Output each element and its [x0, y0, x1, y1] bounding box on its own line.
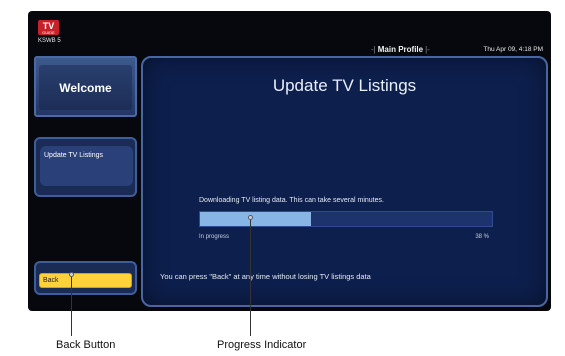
- profile-divider-right: |-: [425, 45, 430, 54]
- download-status-text: Downloading TV listing data. This can ta…: [199, 197, 384, 204]
- progress-status-label: In progress: [199, 234, 230, 240]
- back-button-callout-line: [71, 277, 72, 336]
- profile-label: -| Main Profile |-: [369, 45, 432, 54]
- channel-label: KSWB 5: [38, 38, 61, 44]
- left-column: Welcome Update TV Listings Back: [34, 56, 137, 307]
- tv-screen: TV GUIDE KSWB 5 -| Main Profile |- Thu Apr…: [28, 11, 551, 311]
- welcome-panel: Welcome: [34, 56, 137, 117]
- progress-callout-line: [250, 220, 251, 336]
- main-panel: Update TV Listings Downloading TV listin…: [141, 56, 548, 307]
- back-hint-text: You can press "Back" at any time without…: [160, 272, 371, 281]
- back-panel: Back: [34, 261, 137, 295]
- profile-divider-left: -|: [371, 45, 376, 54]
- progress-indicator-callout: Progress Indicator: [217, 339, 307, 351]
- tv-guide-logo: TV GUIDE: [38, 20, 59, 35]
- profile-name: Main Profile: [377, 45, 424, 54]
- date-time: Thu Apr 09, 4:18 PM: [483, 46, 543, 53]
- page-title: Update TV Listings: [272, 76, 417, 95]
- menu-panel: Update TV Listings: [34, 137, 137, 197]
- back-button[interactable]: Back: [39, 273, 132, 288]
- back-button-callout: Back Button: [56, 339, 116, 351]
- progress-bar-fill: [200, 212, 311, 226]
- welcome-title: Welcome: [39, 65, 132, 110]
- logo-subtext: GUIDE: [42, 30, 55, 35]
- progress-percent: 38 %: [475, 234, 489, 240]
- menu-item-update-tv-listings[interactable]: Update TV Listings: [40, 146, 133, 186]
- progress-bar: [199, 211, 493, 227]
